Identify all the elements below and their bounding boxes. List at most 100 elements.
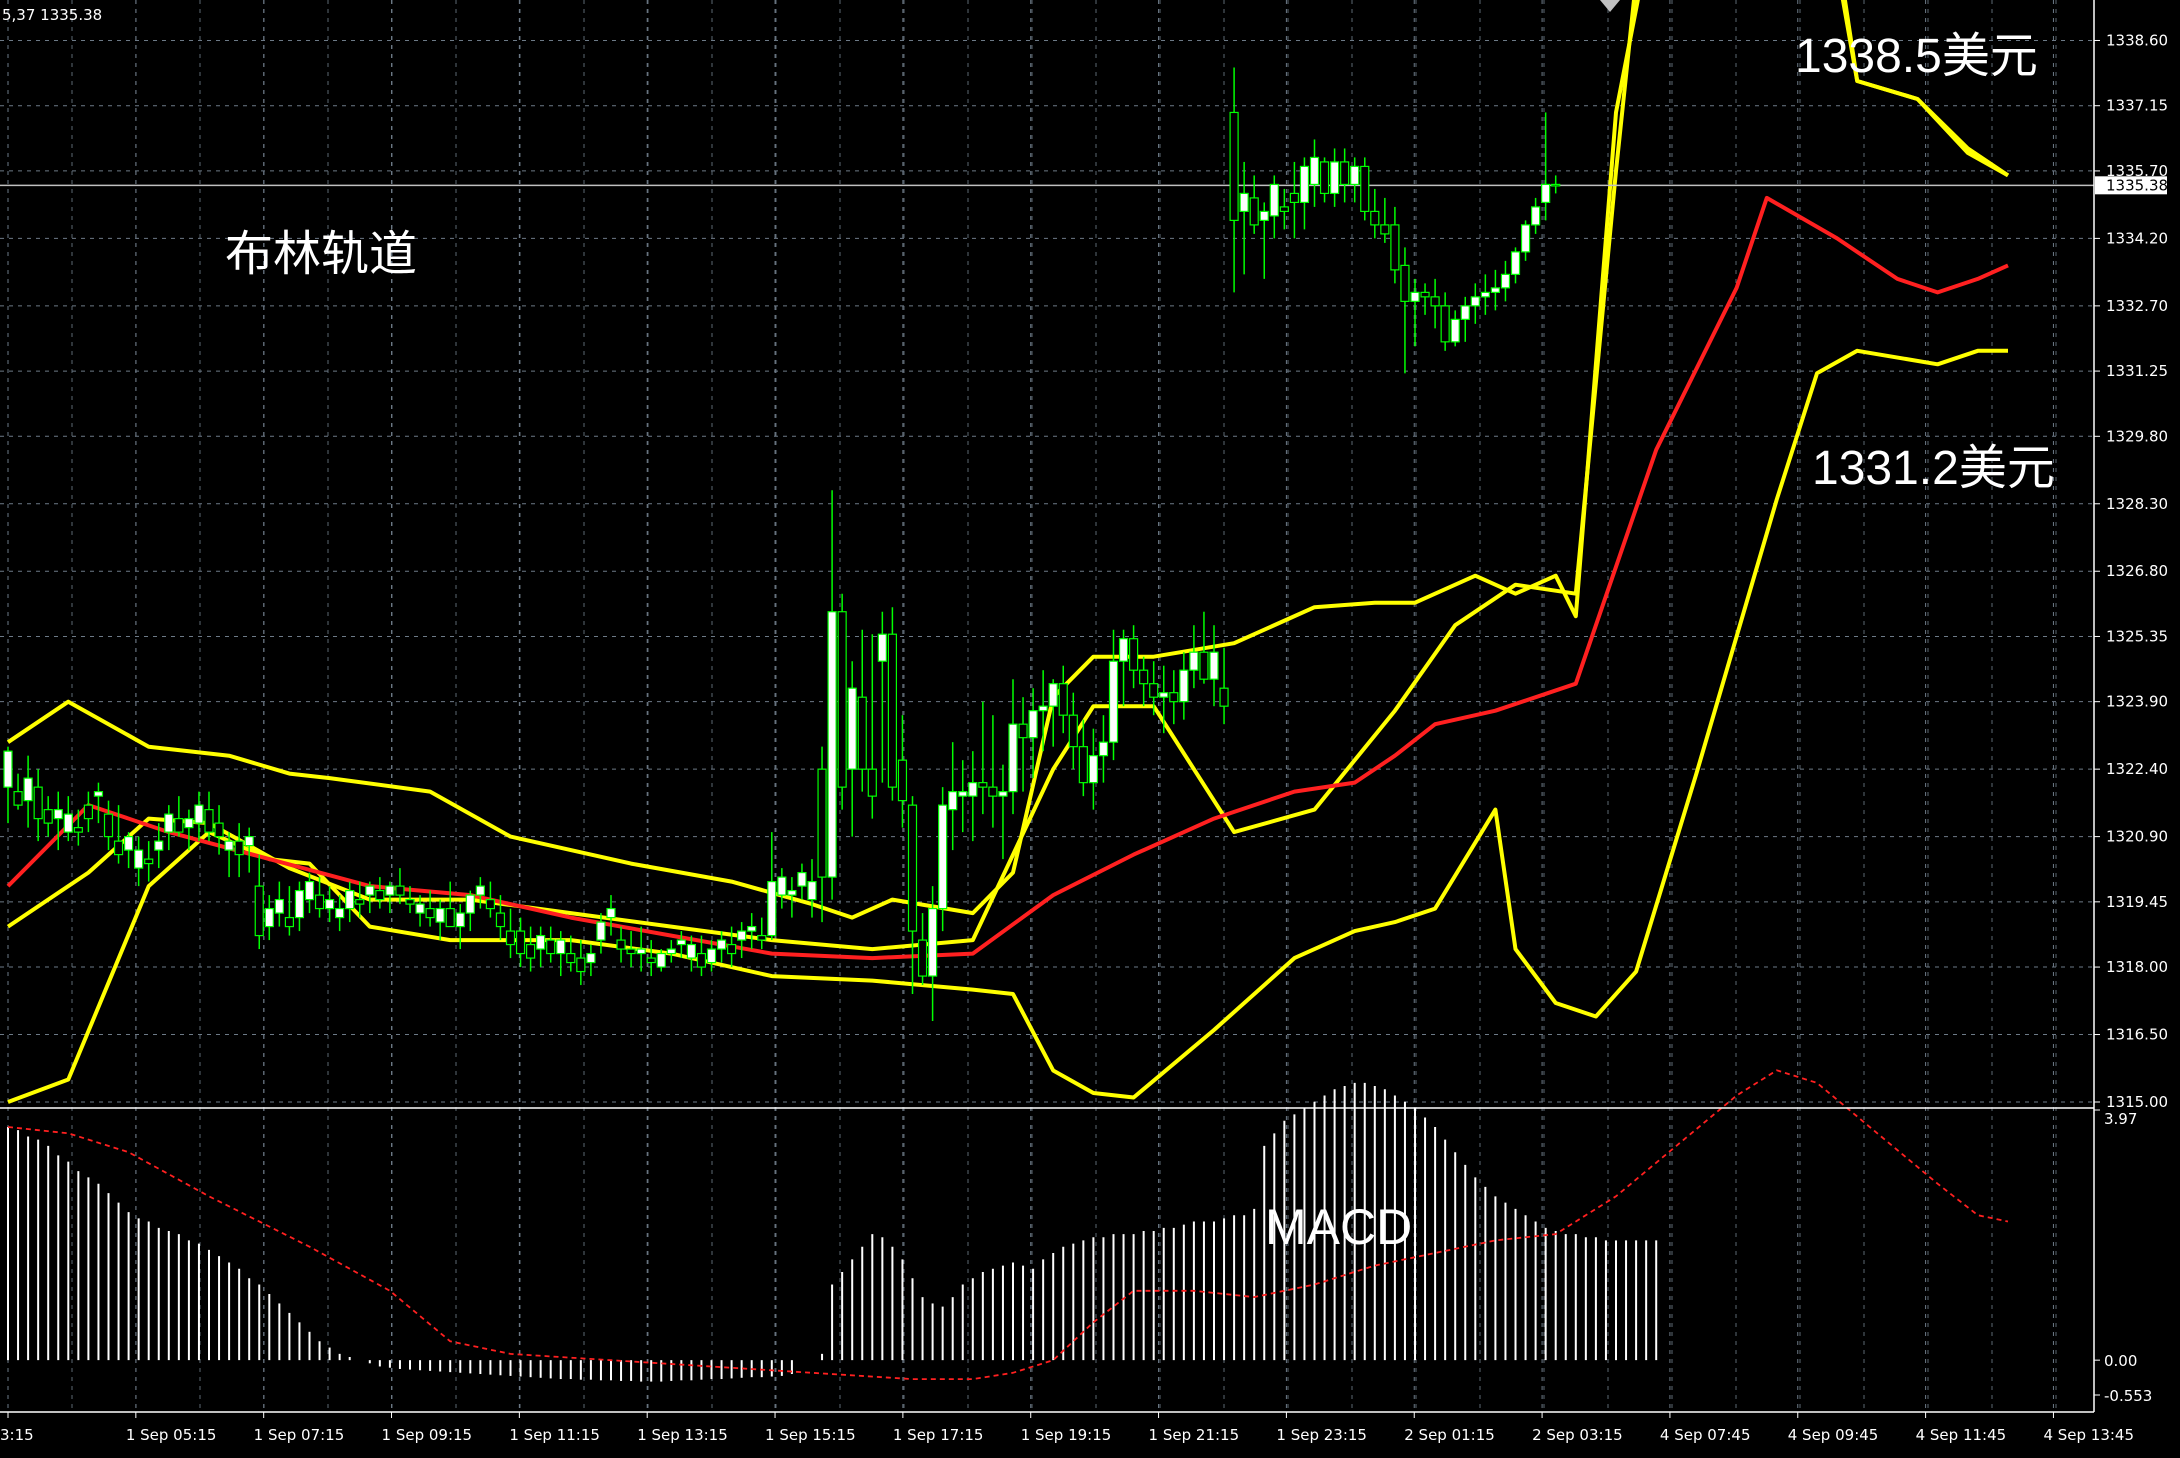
- candle-body[interactable]: [1350, 165, 1360, 186]
- candle-body[interactable]: [927, 907, 938, 977]
- candle-body[interactable]: [1450, 318, 1460, 343]
- candle-body[interactable]: [586, 952, 596, 964]
- candle-body[interactable]: [1128, 638, 1139, 671]
- candle-body[interactable]: [1018, 723, 1028, 739]
- candle-body[interactable]: [264, 907, 274, 928]
- candle-body[interactable]: [154, 840, 164, 851]
- candle-body[interactable]: [214, 822, 224, 838]
- candle-body[interactable]: [1289, 192, 1300, 204]
- candle-body[interactable]: [696, 952, 707, 968]
- candle-body[interactable]: [1108, 660, 1119, 743]
- candle-body[interactable]: [1169, 692, 1179, 703]
- candle-body[interactable]: [1480, 291, 1490, 298]
- candle-body[interactable]: [1440, 305, 1450, 343]
- candle-body[interactable]: [1279, 206, 1289, 213]
- candle-body[interactable]: [747, 925, 757, 932]
- candle-body[interactable]: [1400, 264, 1410, 302]
- candle-body[interactable]: [144, 858, 154, 865]
- candle-body[interactable]: [445, 907, 455, 928]
- candle-body[interactable]: [13, 791, 23, 806]
- candle-body[interactable]: [807, 880, 817, 901]
- candle-body[interactable]: [1551, 183, 1561, 187]
- candle-body[interactable]: [515, 930, 526, 955]
- candle-body[interactable]: [797, 872, 807, 887]
- candle-body[interactable]: [1520, 224, 1531, 253]
- candle-body[interactable]: [1179, 669, 1189, 703]
- candle-body[interactable]: [556, 939, 566, 955]
- candle-body[interactable]: [867, 768, 877, 797]
- candle-body[interactable]: [817, 768, 827, 878]
- candle-body[interactable]: [465, 894, 475, 914]
- candle-body[interactable]: [606, 907, 616, 919]
- candle-body[interactable]: [174, 818, 184, 833]
- candle-body[interactable]: [566, 952, 576, 964]
- candle-body[interactable]: [1189, 651, 1199, 671]
- candle-body[interactable]: [224, 840, 234, 851]
- candle-body[interactable]: [757, 934, 767, 941]
- candle-body[interactable]: [1048, 683, 1058, 707]
- candle-body[interactable]: [1329, 161, 1340, 195]
- candle-body[interactable]: [1390, 224, 1400, 271]
- candle-body[interactable]: [646, 957, 656, 964]
- candle-body[interactable]: [948, 791, 958, 811]
- candle-body[interactable]: [686, 943, 697, 959]
- candle-body[interactable]: [656, 952, 666, 968]
- candle-body[interactable]: [616, 939, 626, 950]
- candle-body[interactable]: [636, 948, 646, 955]
- candle-body[interactable]: [194, 804, 204, 824]
- candle-body[interactable]: [204, 809, 214, 833]
- candle-body[interactable]: [716, 939, 727, 950]
- candle-body[interactable]: [284, 916, 294, 928]
- candle-body[interactable]: [385, 885, 395, 896]
- candle-body[interactable]: [877, 633, 887, 662]
- candle-body[interactable]: [375, 889, 385, 901]
- candle-body[interactable]: [1239, 192, 1249, 213]
- candle-body[interactable]: [3, 750, 13, 788]
- candle-body[interactable]: [938, 804, 948, 910]
- candle-body[interactable]: [244, 836, 254, 847]
- candle-body[interactable]: [827, 611, 837, 878]
- candle-body[interactable]: [365, 885, 375, 896]
- candle-body[interactable]: [917, 939, 928, 977]
- candle-body[interactable]: [1149, 683, 1159, 698]
- candle-body[interactable]: [73, 827, 83, 833]
- candle-body[interactable]: [415, 903, 425, 914]
- candle-body[interactable]: [325, 898, 335, 910]
- candle-body[interactable]: [1319, 161, 1330, 195]
- candle-body[interactable]: [83, 804, 94, 820]
- candle-body[interactable]: [43, 809, 53, 824]
- candle-body[interactable]: [676, 939, 686, 946]
- candle-body[interactable]: [536, 934, 546, 950]
- candle-body[interactable]: [777, 876, 787, 896]
- candle-body[interactable]: [113, 840, 124, 856]
- candle-body[interactable]: [626, 948, 636, 955]
- candle-body[interactable]: [1299, 165, 1310, 204]
- candle-body[interactable]: [355, 898, 365, 905]
- candle-body[interactable]: [134, 849, 144, 869]
- candle-body[interactable]: [123, 836, 134, 851]
- candle-body[interactable]: [485, 898, 495, 910]
- candle-body[interactable]: [907, 804, 918, 932]
- candle-body[interactable]: [1510, 251, 1521, 275]
- candle-body[interactable]: [184, 818, 194, 829]
- candle-body[interactable]: [304, 880, 315, 901]
- candle-body[interactable]: [525, 943, 536, 959]
- candle-body[interactable]: [706, 948, 717, 964]
- candle-body[interactable]: [335, 907, 345, 919]
- candle-body[interactable]: [1098, 741, 1109, 757]
- candle-body[interactable]: [1229, 111, 1239, 222]
- candle-body[interactable]: [1410, 291, 1420, 302]
- candle-body[interactable]: [1420, 291, 1430, 298]
- candle-body[interactable]: [847, 687, 857, 770]
- candle-body[interactable]: [1058, 683, 1068, 716]
- candle-body[interactable]: [737, 930, 747, 941]
- candle-body[interactable]: [63, 813, 73, 833]
- candle-body[interactable]: [314, 894, 325, 910]
- candle-body[interactable]: [345, 889, 355, 910]
- candle-body[interactable]: [1380, 224, 1390, 235]
- candle-body[interactable]: [1460, 305, 1470, 320]
- candle-body[interactable]: [1008, 723, 1018, 793]
- candle-body[interactable]: [968, 782, 978, 797]
- candle-body[interactable]: [1470, 296, 1480, 307]
- candle-body[interactable]: [837, 611, 847, 788]
